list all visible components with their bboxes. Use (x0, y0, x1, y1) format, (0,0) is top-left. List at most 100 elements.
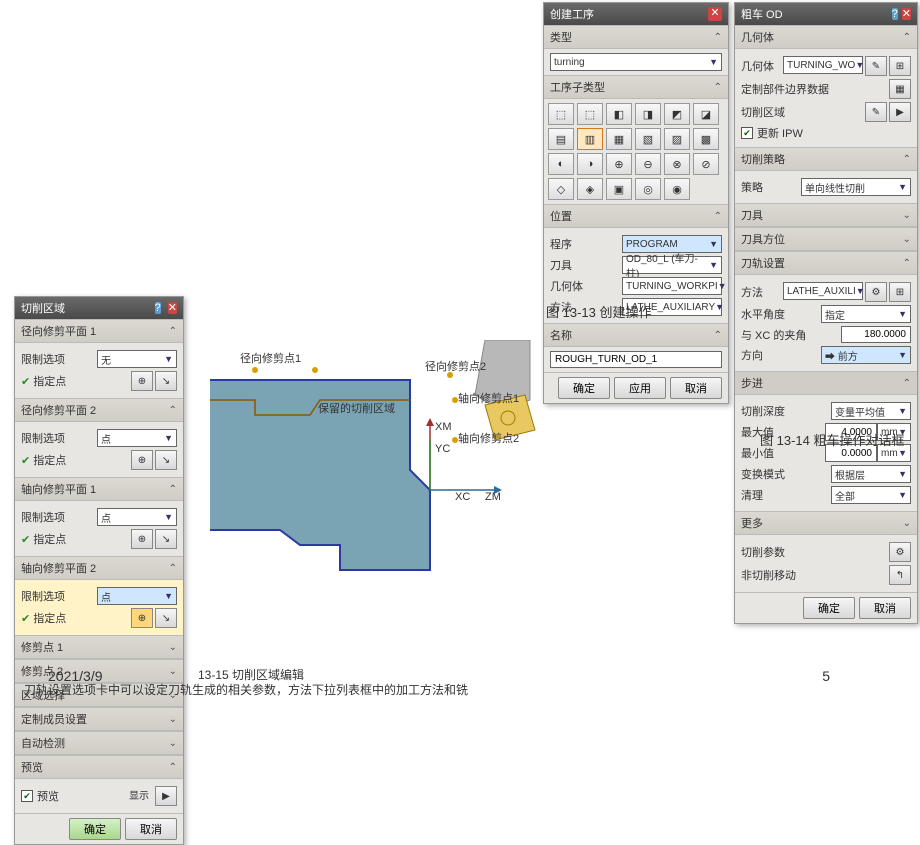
point-menu-icon[interactable]: ↘ (155, 371, 177, 391)
close-icon[interactable]: ✕ (902, 8, 911, 20)
type-select[interactable]: turning▼ (550, 53, 722, 71)
section-type[interactable]: 类型⌃ (544, 25, 728, 49)
subtype-icon[interactable]: ⊖ (635, 153, 661, 175)
xc-angle-input[interactable] (841, 326, 911, 343)
subtype-icon[interactable]: ◧ (606, 103, 632, 125)
specify-point-label: 指定点 (33, 376, 66, 388)
section-position[interactable]: 位置⌃ (544, 204, 728, 228)
new-geometry-icon[interactable]: ⊞ (889, 56, 911, 76)
strategy-select[interactable]: 单向线性切削▼ (801, 178, 911, 196)
name-input[interactable] (550, 351, 722, 368)
section-cut-strategy[interactable]: 切削策略⌃ (735, 147, 917, 171)
subtype-icon[interactable]: ◇ (548, 178, 574, 200)
tool-select[interactable]: OD_80_L (车刀-柱)▼ (622, 256, 722, 274)
direction-select[interactable]: ➡ 前方▼ (821, 346, 911, 364)
section-preview[interactable]: 预览⌃ (15, 755, 183, 779)
point-menu-icon[interactable]: ↘ (155, 608, 177, 628)
subtype-icon[interactable]: ▦ (606, 128, 632, 150)
level-angle-select[interactable]: 指定▼ (821, 305, 911, 323)
update-ipw-checkbox[interactable]: ✔ (741, 127, 753, 139)
dialog-title-bar: 创建工序 ✕ (544, 3, 728, 25)
subtype-icon[interactable]: ◐ (548, 153, 574, 175)
section-subtype[interactable]: 工序子类型⌃ (544, 75, 728, 99)
limit-select-r1[interactable]: 无▼ (97, 350, 177, 368)
edit-geometry-icon[interactable]: ✎ (865, 56, 887, 76)
section-axial-trim-1[interactable]: 轴向修剪平面 1⌃ (15, 477, 183, 501)
section-path-settings[interactable]: 刀轨设置⌃ (735, 251, 917, 275)
subtype-icon[interactable]: ▣ (606, 178, 632, 200)
point-picker-icon[interactable]: ⊕ (131, 371, 153, 391)
subtype-icon[interactable]: ◎ (635, 178, 661, 200)
method-edit-icon[interactable]: ⚙ (865, 282, 887, 302)
subtype-icon[interactable]: ▤ (548, 128, 574, 150)
subtype-icon[interactable]: ▨ (664, 128, 690, 150)
section-name[interactable]: 名称⌃ (544, 323, 728, 347)
subtype-icon-selected[interactable]: ▥ (577, 128, 603, 150)
geometry-select[interactable]: TURNING_WO▼ (783, 56, 863, 74)
limit-select-r2[interactable]: 点▼ (97, 429, 177, 447)
point-menu-icon[interactable]: ↘ (155, 450, 177, 470)
cancel-button[interactable]: 取消 (125, 818, 177, 840)
section-trim-point-1[interactable]: 修剪点 1⌄ (15, 635, 183, 659)
point-picker-icon[interactable]: ⊕ (131, 608, 153, 628)
axial-trim-1-label: 轴向修剪点1 (458, 391, 519, 405)
region-label: 保留的切削区域 (318, 401, 395, 415)
ok-button[interactable]: 确定 (69, 818, 121, 840)
limit-select-a2[interactable]: 点▼ (97, 587, 177, 605)
subtype-icon[interactable]: ◈ (577, 178, 603, 200)
cut-params-icon[interactable]: ⚙ (889, 542, 911, 562)
cut-area-display-icon[interactable]: ▶ (889, 102, 911, 122)
subtype-icon[interactable]: ◨ (635, 103, 661, 125)
cut-area-dialog: 切削区域 ? ✕ 径向修剪平面 1⌃ 限制选项无▼ ✔指定点⊕↘ 径向修剪平面 … (14, 296, 184, 845)
apply-button[interactable]: 应用 (614, 377, 666, 399)
section-geometry[interactable]: 几何体⌃ (735, 25, 917, 49)
geometry-select[interactable]: TURNING_WORKPI▼ (622, 277, 722, 295)
close-icon[interactable]: ✕ (168, 302, 177, 314)
section-radial-trim-1[interactable]: 径向修剪平面 1⌃ (15, 319, 183, 343)
noncut-moves-icon[interactable]: ↰ (889, 565, 911, 585)
point-menu-icon[interactable]: ↘ (155, 529, 177, 549)
preview-checkbox[interactable]: ✔ (21, 790, 33, 802)
section-auto-detect[interactable]: 自动检测⌄ (15, 731, 183, 755)
subtype-icon[interactable]: ▧ (635, 128, 661, 150)
close-icon[interactable]: ✕ (708, 7, 722, 21)
cancel-button[interactable]: 取消 (859, 597, 911, 619)
cut-area-edit-icon[interactable]: ✎ (865, 102, 887, 122)
subtype-icon[interactable]: ◉ (664, 178, 690, 200)
section-stepover[interactable]: 步进⌃ (735, 371, 917, 395)
section-radial-trim-2[interactable]: 径向修剪平面 2⌃ (15, 398, 183, 422)
dialog-title-bar: 粗车 OD ? ✕ (735, 3, 917, 25)
subtype-icon[interactable]: ⬚ (577, 103, 603, 125)
section-tool-orient[interactable]: 刀具方位⌄ (735, 227, 917, 251)
limit-label: 限制选项 (21, 351, 65, 367)
point-picker-icon[interactable]: ⊕ (131, 529, 153, 549)
help-icon[interactable]: ? (892, 8, 898, 20)
change-mode-select[interactable]: 根据层▼ (831, 465, 911, 483)
help-icon[interactable]: ? (155, 302, 161, 314)
dialog-title-bar: 切削区域 ? ✕ (15, 297, 183, 319)
ok-button[interactable]: 确定 (803, 597, 855, 619)
subtype-icon[interactable]: ◩ (664, 103, 690, 125)
cleanup-select[interactable]: 全部▼ (831, 486, 911, 504)
boundary-icon[interactable]: ▦ (889, 79, 911, 99)
section-axial-trim-2[interactable]: 轴向修剪平面 2⌃ (15, 556, 183, 580)
section-custom-member[interactable]: 定制成员设置⌄ (15, 707, 183, 731)
subtype-icon[interactable]: ⊘ (693, 153, 719, 175)
cut-depth-select[interactable]: 变量平均值▼ (831, 402, 911, 420)
subtype-icon[interactable]: ◪ (693, 103, 719, 125)
method-select[interactable]: LATHE_AUXILI▼ (783, 282, 863, 300)
subtype-icon[interactable]: ▩ (693, 128, 719, 150)
display-button[interactable]: ▶ (155, 786, 177, 806)
dialog-title: 切削区域 (21, 300, 65, 316)
subtype-icon[interactable]: ◑ (577, 153, 603, 175)
cancel-button[interactable]: 取消 (670, 377, 722, 399)
subtype-icon[interactable]: ⊗ (664, 153, 690, 175)
subtype-icon[interactable]: ⊕ (606, 153, 632, 175)
section-more[interactable]: 更多⌄ (735, 511, 917, 535)
point-picker-icon[interactable]: ⊕ (131, 450, 153, 470)
subtype-icon[interactable]: ⬚ (548, 103, 574, 125)
section-tool[interactable]: 刀具⌄ (735, 203, 917, 227)
dialog-title: 粗车 OD (741, 6, 783, 22)
limit-select-a1[interactable]: 点▼ (97, 508, 177, 526)
method-new-icon[interactable]: ⊞ (889, 282, 911, 302)
